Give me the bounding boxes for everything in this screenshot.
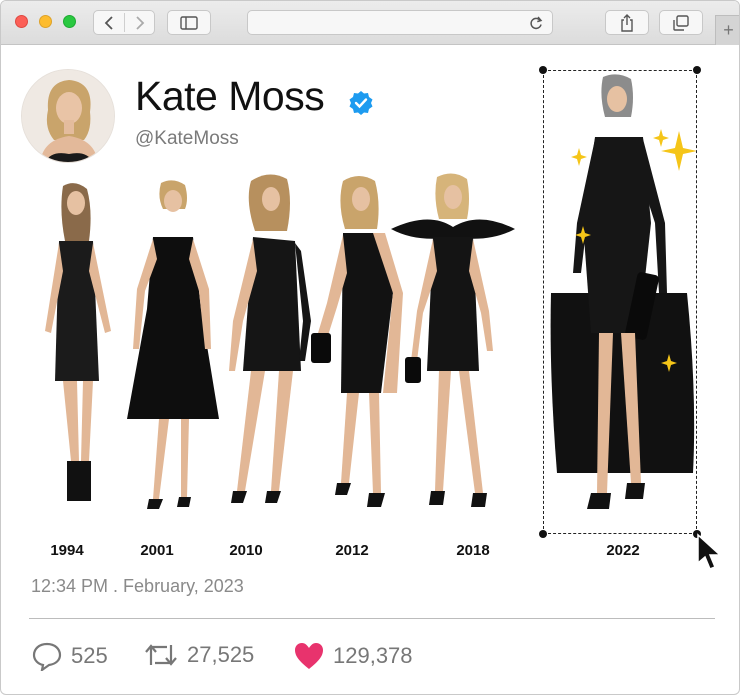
outfit-photo-1994[interactable] bbox=[23, 181, 133, 521]
chevron-left-icon bbox=[104, 15, 113, 30]
reload-icon[interactable] bbox=[528, 15, 544, 31]
verified-badge-icon bbox=[349, 91, 373, 115]
outfit-photo-2018[interactable] bbox=[389, 171, 517, 521]
reply-button[interactable]: 525 bbox=[31, 641, 108, 671]
outfit-photo-2010[interactable] bbox=[221, 171, 321, 521]
mouse-cursor-icon bbox=[697, 533, 722, 570]
year-label: 1994 bbox=[50, 542, 84, 559]
minimize-window-button[interactable] bbox=[39, 15, 52, 28]
browser-window: + Kate Moss @KateMoss 1994 2001 2010 201… bbox=[0, 0, 740, 695]
address-bar[interactable] bbox=[247, 10, 553, 35]
outfit-photo-2001[interactable] bbox=[119, 179, 227, 519]
resize-handle-top-left[interactable] bbox=[539, 66, 547, 74]
retweet-button[interactable]: 27,525 bbox=[143, 641, 254, 669]
retweet-icon bbox=[145, 644, 177, 666]
sidebar-button[interactable] bbox=[167, 10, 211, 35]
sidebar-icon bbox=[180, 15, 198, 30]
tabs-icon bbox=[673, 14, 689, 31]
new-tab-button[interactable]: + bbox=[715, 15, 739, 45]
share-button[interactable] bbox=[605, 10, 649, 35]
navigation-buttons bbox=[93, 10, 155, 35]
chevron-right-icon bbox=[136, 15, 145, 30]
year-label: 2001 bbox=[140, 542, 174, 559]
year-label: 2018 bbox=[456, 542, 490, 559]
retweet-count: 27,525 bbox=[187, 642, 255, 667]
plus-icon: + bbox=[723, 20, 734, 40]
zoom-window-button[interactable] bbox=[63, 15, 76, 28]
browser-toolbar: + bbox=[1, 1, 739, 45]
profile-name[interactable]: Kate Moss bbox=[135, 73, 325, 120]
image-selection-box[interactable] bbox=[543, 70, 697, 534]
year-label: 2010 bbox=[229, 542, 263, 559]
tweet-timestamp[interactable]: 12:34 PM . February, 2023 bbox=[31, 576, 244, 597]
heart-icon bbox=[295, 643, 323, 669]
avatar-photo bbox=[22, 70, 114, 162]
share-icon bbox=[621, 13, 633, 32]
back-button[interactable] bbox=[94, 11, 124, 34]
profile-avatar[interactable] bbox=[21, 69, 115, 163]
resize-handle-top-right[interactable] bbox=[693, 66, 701, 74]
year-label: 2012 bbox=[335, 542, 369, 559]
year-label: 2022 bbox=[606, 542, 640, 559]
forward-button[interactable] bbox=[125, 11, 155, 34]
reply-count: 525 bbox=[71, 643, 108, 668]
close-window-button[interactable] bbox=[15, 15, 28, 28]
reply-icon bbox=[32, 642, 62, 671]
like-count: 129,378 bbox=[333, 643, 413, 668]
divider bbox=[29, 618, 715, 619]
resize-handle-bottom-left[interactable] bbox=[539, 530, 547, 538]
show-tabs-button[interactable] bbox=[659, 10, 703, 35]
profile-handle[interactable]: @KateMoss bbox=[135, 128, 239, 150]
like-button[interactable]: 129,378 bbox=[293, 641, 413, 671]
